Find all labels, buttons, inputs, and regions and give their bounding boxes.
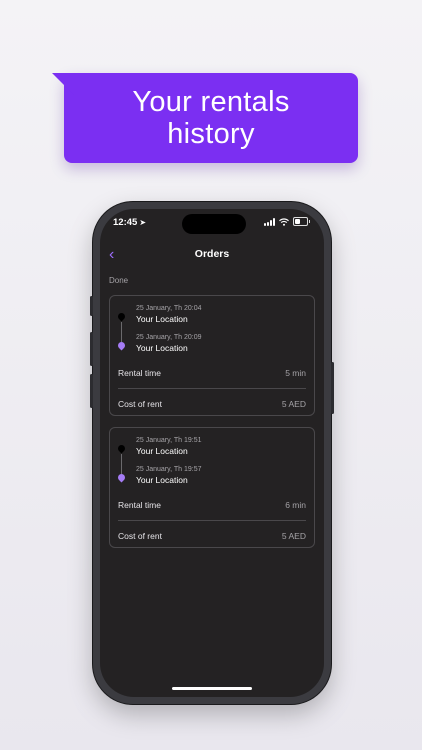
phone-side-button [90, 374, 93, 408]
banner-title: Your rentals history [64, 73, 358, 150]
status-bar-icons [264, 217, 310, 226]
order-card[interactable]: 25 January, Th 19:51 Your Location 25 Ja… [109, 427, 315, 548]
battery-cap [309, 220, 310, 223]
start-location: Your Location [136, 314, 188, 324]
status-bar-time: 12:45 ➤ [113, 217, 146, 228]
section-label-done: Done [109, 276, 129, 285]
start-location: Your Location [136, 446, 188, 456]
cost-label: Cost of rent [118, 531, 162, 541]
phone-side-button [90, 296, 93, 316]
end-location: Your Location [136, 343, 188, 353]
rental-time-label: Rental time [118, 500, 161, 510]
end-datetime: 25 January, Th 20:09 [136, 334, 202, 341]
home-indicator[interactable] [172, 687, 252, 690]
start-pin-icon [116, 311, 127, 322]
route-line [121, 322, 122, 342]
banner-tail [52, 73, 74, 95]
start-pin-icon [116, 443, 127, 454]
phone-frame: 12:45 ➤ ‹ Orders Done 25 January, Th 20:0… [90, 202, 334, 704]
banner-title-line-1: Your rentals [132, 86, 290, 118]
start-datetime: 25 January, Th 20:04 [136, 305, 202, 312]
start-datetime: 25 January, Th 19:51 [136, 437, 202, 444]
end-datetime: 25 January, Th 19:57 [136, 466, 202, 473]
dynamic-island [182, 214, 246, 234]
location-arrow-icon: ➤ [139, 218, 147, 227]
route-line [121, 454, 122, 474]
phone-screen: 12:45 ➤ ‹ Orders Done 25 January, Th 20:0… [100, 209, 324, 697]
end-pin-icon [116, 472, 127, 483]
promo-banner: Your rentals history [52, 73, 358, 163]
status-time-text: 12:45 [113, 217, 138, 228]
phone-power-button [331, 362, 334, 414]
cost-value: 5 AED [281, 531, 306, 541]
phone-side-button [90, 332, 93, 366]
battery-icon [293, 217, 308, 226]
cost-value: 5 AED [281, 399, 306, 409]
nav-bar: ‹ Orders [100, 245, 324, 265]
rental-time-label: Rental time [118, 368, 161, 378]
divider [118, 388, 306, 389]
signal-icon [264, 217, 275, 226]
page-title: Orders [194, 248, 230, 260]
banner-title-line-2: history [167, 118, 255, 150]
wifi-icon [279, 217, 289, 226]
end-pin-icon [116, 340, 127, 351]
order-card[interactable]: 25 January, Th 20:04 Your Location 25 Ja… [109, 295, 315, 416]
cost-label: Cost of rent [118, 399, 162, 409]
rental-time-value: 6 min [285, 500, 306, 510]
rental-time-value: 5 min [285, 368, 306, 378]
end-location: Your Location [136, 475, 188, 485]
divider [118, 520, 306, 521]
